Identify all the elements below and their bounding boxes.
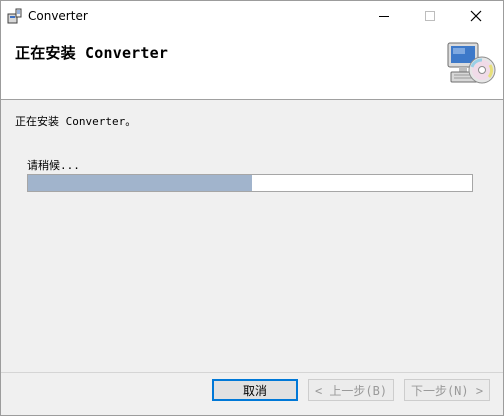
computer-cd-icon bbox=[445, 41, 497, 89]
installer-window: Converter 正在安装 Converter 正在安装 Converter。… bbox=[0, 0, 504, 416]
close-icon bbox=[470, 10, 482, 22]
maximize-button[interactable] bbox=[407, 1, 453, 31]
window-title: Converter bbox=[28, 9, 88, 23]
installer-icon bbox=[7, 8, 23, 24]
progress-fill bbox=[28, 175, 253, 191]
maximize-icon bbox=[425, 11, 435, 21]
back-button[interactable]: < 上一步(B) bbox=[308, 379, 394, 401]
minimize-icon bbox=[379, 16, 389, 17]
status-label: 请稍候... bbox=[27, 159, 80, 172]
header-panel: 正在安装 Converter bbox=[1, 31, 503, 100]
footer-divider bbox=[1, 372, 503, 373]
close-button[interactable] bbox=[453, 1, 499, 31]
progress-bar bbox=[27, 174, 473, 192]
install-message: 正在安装 Converter。 bbox=[15, 115, 137, 128]
next-button[interactable]: 下一步(N) > bbox=[404, 379, 490, 401]
minimize-button[interactable] bbox=[361, 1, 407, 31]
page-title: 正在安装 Converter bbox=[15, 44, 169, 62]
content-area: 正在安装 Converter。 请稍候... bbox=[1, 100, 503, 372]
cancel-button[interactable]: 取消 bbox=[212, 379, 298, 401]
title-bar[interactable]: Converter bbox=[1, 1, 503, 31]
